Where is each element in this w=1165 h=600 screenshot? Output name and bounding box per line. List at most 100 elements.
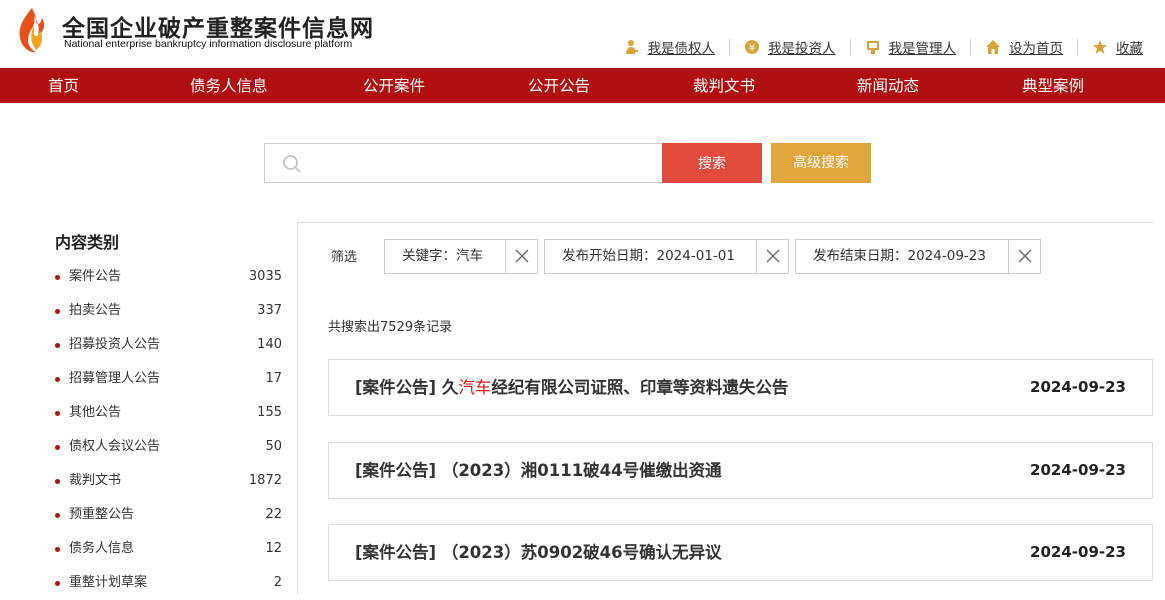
link-separator (849, 39, 851, 55)
site-subtitle: National enterprise bankruptcy informati… (64, 38, 353, 50)
category-name: 债权人会议公告 (69, 439, 161, 454)
category-name: 预重整公告 (69, 507, 135, 522)
category-name: 招募投资人公告 (69, 337, 161, 352)
bullet-icon (55, 581, 60, 586)
nav-home[interactable]: 首页 (48, 69, 79, 104)
result-item[interactable]: [案件公告] （2023）苏0902破46号确认无异议 2024-09-23 (328, 524, 1153, 581)
category-count: 1872 (248, 473, 282, 488)
creditor-link-label: 我是债权人 (647, 41, 716, 57)
category-item[interactable]: 招募管理人公告 17 (55, 362, 287, 396)
remove-filter-button[interactable] (1008, 240, 1040, 273)
set-homepage-link[interactable]: 设为首页 (985, 37, 1063, 57)
result-item[interactable]: [案件公告] （2023）湘0111破44号催缴出资通 2024-09-23 (328, 442, 1153, 499)
category-count: 337 (257, 303, 282, 318)
category-count: 155 (257, 405, 282, 420)
result-title[interactable]: [案件公告] 久汽车经纪有限公司证照、印章等资料遗失公告 (355, 360, 788, 415)
category-name: 债务人信息 (69, 541, 135, 556)
search-button[interactable]: 搜索 (662, 143, 762, 183)
site-header: 全国企业破产重整案件信息网 National enterprise bankru… (0, 0, 1165, 68)
bullet-icon (55, 513, 60, 518)
set-homepage-label: 设为首页 (1009, 41, 1063, 57)
result-date: 2024-09-23 (1030, 461, 1126, 479)
category-item[interactable]: 其他公告 155 (55, 396, 287, 430)
nav-typical-cases[interactable]: 典型案例 (1022, 69, 1084, 104)
keyword-highlight: 汽车 (458, 378, 492, 397)
category-item[interactable]: 招募投资人公告 140 (55, 328, 287, 362)
nav-public-notices[interactable]: 公开公告 (528, 69, 590, 104)
bullet-icon (55, 411, 60, 416)
result-date: 2024-09-23 (1030, 543, 1126, 561)
nav-public-cases[interactable]: 公开案件 (363, 69, 425, 104)
category-item[interactable]: 债权人会议公告 50 (55, 430, 287, 464)
bullet-icon (55, 275, 60, 280)
investor-link-label: 我是投资人 (768, 41, 836, 57)
manager-link-label: 我是管理人 (888, 41, 957, 57)
bullet-icon (55, 445, 60, 450)
search-icon (283, 155, 301, 173)
svg-text:¥: ¥ (749, 43, 755, 54)
sidebar-title: 内容类别 (55, 233, 120, 252)
category-name: 案件公告 (69, 269, 122, 284)
nav-debtor-info[interactable]: 债务人信息 (190, 69, 268, 104)
category-list: 案件公告 3035 拍卖公告 337 招募投资人公告 140 招募管理人公告 17 其他… (55, 260, 287, 600)
result-item[interactable]: [案件公告] 久汽车经纪有限公司证照、印章等资料遗失公告 2024-09-23 (328, 359, 1153, 416)
investor-icon: ¥ (745, 40, 759, 54)
top-links: 我是债权人 ¥ 我是投资人 我是管理人 设为首页 收藏 (624, 37, 1143, 57)
creditor-icon (625, 40, 638, 54)
category-count: 50 (265, 439, 282, 454)
category-item[interactable]: 预重整公告 22 (55, 498, 287, 532)
category-item[interactable]: 债务人信息 12 (55, 532, 287, 566)
filter-chip-start-date: 发布开始日期：2024-01-01 (544, 239, 789, 274)
remove-filter-button[interactable] (505, 240, 537, 273)
filter-chip-end-date: 发布结束日期：2024-09-23 (795, 239, 1041, 274)
close-icon (515, 249, 529, 263)
content-divider-vertical (297, 222, 298, 595)
bullet-icon (55, 547, 60, 552)
content-divider-horizontal (297, 222, 1153, 223)
category-item[interactable]: 案件公告 3035 (55, 260, 287, 294)
search-box (264, 143, 662, 183)
bullet-icon (55, 309, 60, 314)
category-count: 22 (265, 507, 282, 522)
category-item[interactable]: 裁判文书 1872 (55, 464, 287, 498)
filter-label: 筛选 (331, 250, 358, 265)
search-input[interactable] (313, 144, 653, 182)
category-name: 裁判文书 (69, 473, 122, 488)
category-sidebar: 内容类别 案件公告 3035 拍卖公告 337 招募投资人公告 140 招募管理人公告… (55, 230, 287, 600)
main-nav: 首页 债务人信息 公开案件 公开公告 裁判文书 新闻动态 典型案例 (0, 68, 1165, 103)
star-icon (1093, 40, 1107, 54)
bullet-icon (55, 343, 60, 348)
investor-link[interactable]: ¥ 我是投资人 (744, 37, 836, 57)
result-title-prefix: [案件公告] （2023）苏0902破46号确认无异议 (355, 543, 722, 562)
home-icon (986, 40, 1000, 54)
filter-chip-label: 关键字：汽车 (402, 248, 483, 264)
result-title-prefix: [案件公告] （2023）湘0111破44号催缴出资通 (355, 461, 722, 480)
bullet-icon (55, 479, 60, 484)
close-icon (766, 249, 780, 263)
result-title-suffix: 经纪有限公司证照、印章等资料遗失公告 (491, 378, 789, 397)
close-icon (1018, 249, 1032, 263)
category-item[interactable]: 拍卖公告 337 (55, 294, 287, 328)
category-count: 12 (265, 541, 282, 556)
category-name: 拍卖公告 (69, 303, 122, 318)
category-count: 3035 (248, 269, 282, 284)
creditor-link[interactable]: 我是债权人 (624, 37, 716, 57)
manager-icon (866, 41, 879, 54)
advanced-search-button[interactable]: 高级搜索 (771, 143, 871, 183)
filter-chip-label: 发布开始日期：2024-01-01 (562, 248, 735, 264)
remove-filter-button[interactable] (756, 240, 788, 273)
result-title-prefix: [案件公告] 久 (355, 378, 459, 397)
nav-news[interactable]: 新闻动态 (857, 69, 919, 104)
result-title[interactable]: [案件公告] （2023）苏0902破46号确认无异议 (355, 525, 722, 580)
category-name: 招募管理人公告 (69, 371, 161, 386)
manager-link[interactable]: 我是管理人 (865, 37, 957, 57)
favorite-link[interactable]: 收藏 (1092, 37, 1143, 57)
filter-chip-label: 发布结束日期：2024-09-23 (813, 248, 986, 264)
result-title[interactable]: [案件公告] （2023）湘0111破44号催缴出资通 (355, 443, 722, 498)
flame-logo-icon[interactable] (14, 6, 48, 54)
category-name: 其他公告 (69, 405, 122, 420)
nav-judgments[interactable]: 裁判文书 (693, 69, 755, 104)
link-separator (729, 39, 730, 55)
link-separator (970, 39, 971, 55)
category-count: 17 (265, 371, 282, 386)
